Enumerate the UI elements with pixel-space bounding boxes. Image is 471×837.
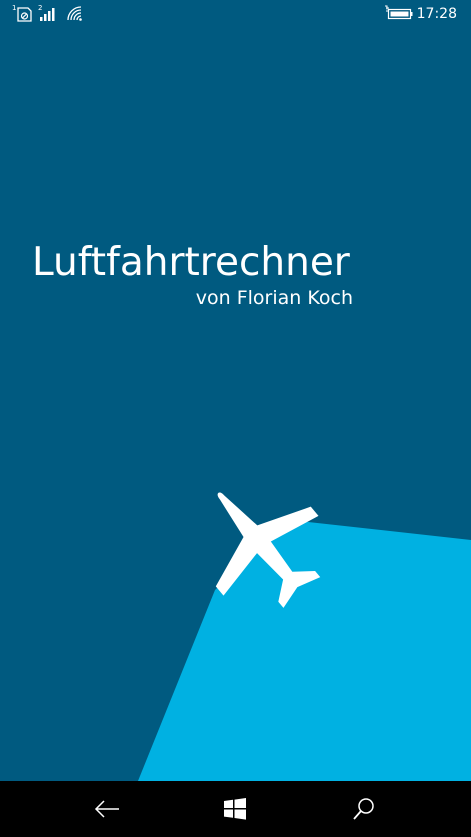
splash-screen: 1 2 17:28 Luftfahrtrechner von Florian K… [0,0,471,837]
splash-artwork [138,492,471,781]
search-button[interactable] [314,781,414,837]
light-beam [138,520,471,781]
app-title: Luftfahrtrechner [32,240,350,285]
sim1-label: 1 [12,4,16,12]
sim1-no-signal-icon: 1 [12,4,32,22]
start-button[interactable] [185,781,285,837]
back-button[interactable] [57,781,157,837]
navigation-bar [0,781,471,837]
sim2-signal-icon: 2 [38,4,55,21]
search-icon [353,798,374,820]
back-arrow-icon [94,800,119,818]
app-author: von Florian Koch [195,287,353,309]
sim2-label: 2 [38,4,42,12]
windows-start-icon [224,798,246,820]
wifi-icon [67,6,82,21]
status-bar: 1 2 17:28 [0,0,471,30]
battery-charging-icon [385,5,413,20]
status-clock: 17:28 [416,6,457,22]
